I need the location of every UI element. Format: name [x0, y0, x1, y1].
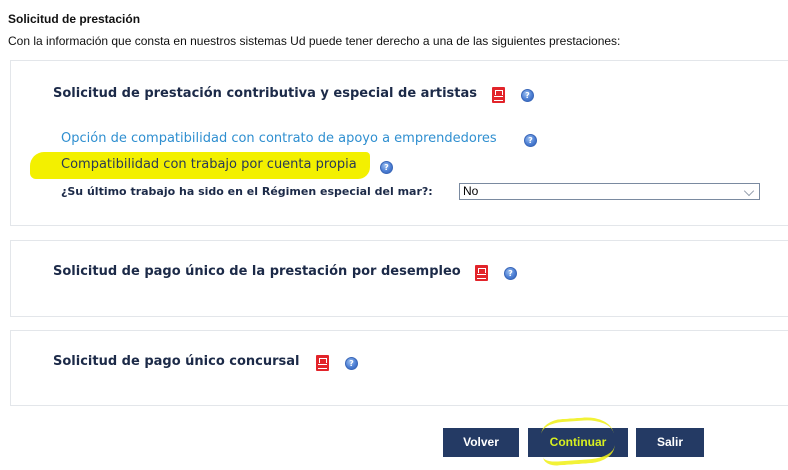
help-icon[interactable]	[524, 134, 537, 147]
option-compatibilidad-cuenta-propia-link[interactable]: Compatibilidad con trabajo por cuenta pr…	[61, 157, 357, 172]
help-icon[interactable]	[504, 267, 517, 280]
help-icon[interactable]	[345, 357, 358, 370]
continuar-button[interactable]: Continuar	[528, 415, 628, 467]
continuar-button-label: Continuar	[549, 435, 607, 449]
chevron-down-icon	[743, 185, 755, 197]
regimen-mar-select-value: No	[463, 184, 479, 198]
section-pago-unico-concursal-title: Solicitud de pago único concursal	[53, 354, 300, 369]
page-title: Solicitud de prestación	[8, 12, 141, 26]
pdf-icon[interactable]	[492, 87, 505, 103]
help-icon[interactable]	[380, 161, 393, 174]
option-compatibilidad-emprendedores-link[interactable]: Opción de compatibilidad con contrato de…	[61, 131, 497, 146]
regimen-mar-question-label: ¿Su último trabajo ha sido en el Régimen…	[61, 185, 433, 198]
pdf-icon[interactable]	[316, 355, 329, 371]
regimen-mar-select[interactable]: No	[459, 183, 760, 200]
section-pago-unico-desempleo-title: Solicitud de pago único de la prestación…	[53, 264, 461, 279]
section-contributiva-title: Solicitud de prestación contributiva y e…	[53, 86, 477, 101]
volver-button[interactable]: Volver	[443, 428, 519, 457]
page-subtitle: Con la información que consta en nuestro…	[8, 34, 621, 48]
pdf-icon[interactable]	[475, 265, 488, 281]
help-icon[interactable]	[521, 89, 534, 102]
salir-button[interactable]: Salir	[636, 428, 704, 457]
